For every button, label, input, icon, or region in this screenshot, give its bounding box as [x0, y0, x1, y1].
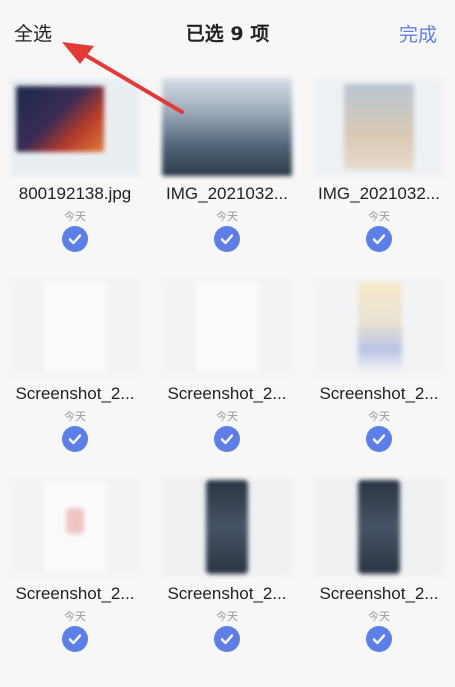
selection-count-title: 已选 9 项 — [185, 23, 270, 45]
file-item[interactable]: Screenshot_2... 今天 — [152, 278, 302, 468]
selected-check-icon[interactable] — [62, 426, 88, 452]
file-date: 今天 — [368, 610, 390, 623]
file-thumbnail[interactable] — [314, 278, 444, 376]
done-button[interactable]: 完成 — [399, 20, 437, 47]
selected-check-icon[interactable] — [366, 226, 392, 252]
file-item[interactable]: Screenshot_2... 今天 — [304, 278, 454, 468]
file-thumbnail[interactable] — [162, 78, 292, 176]
file-thumbnail[interactable] — [162, 478, 292, 576]
file-item[interactable]: Screenshot_2... 今天 — [304, 478, 454, 668]
selected-check-icon[interactable] — [62, 226, 88, 252]
file-thumbnail[interactable] — [10, 478, 140, 576]
file-name: Screenshot_2... — [167, 384, 287, 403]
file-name: 800192138.jpg — [18, 184, 132, 203]
file-name: Screenshot_2... — [319, 384, 439, 403]
selected-check-icon[interactable] — [214, 426, 240, 452]
selected-check-icon[interactable] — [214, 626, 240, 652]
file-name: Screenshot_2... — [167, 584, 287, 603]
file-thumbnail[interactable] — [314, 478, 444, 576]
file-name: Screenshot_2... — [15, 584, 135, 603]
file-name: IMG_2021032... — [166, 184, 288, 203]
selected-check-icon[interactable] — [366, 626, 392, 652]
file-item[interactable]: IMG_2021032... 今天 — [304, 78, 454, 268]
file-thumbnail[interactable] — [162, 278, 292, 376]
file-name: Screenshot_2... — [15, 384, 135, 403]
file-date: 今天 — [216, 610, 238, 623]
file-thumbnail[interactable] — [10, 278, 140, 376]
file-name: Screenshot_2... — [319, 584, 439, 603]
file-date: 今天 — [64, 610, 86, 623]
file-date: 今天 — [216, 210, 238, 223]
top-bar: 全选 已选 9 项 完成 — [0, 0, 455, 66]
file-item[interactable]: IMG_2021032... 今天 — [152, 78, 302, 268]
file-date: 今天 — [216, 410, 238, 423]
file-item[interactable]: 800192138.jpg 今天 — [0, 78, 150, 268]
file-item[interactable]: Screenshot_2... 今天 — [152, 478, 302, 668]
selected-check-icon[interactable] — [214, 226, 240, 252]
file-date: 今天 — [64, 410, 86, 423]
file-thumbnail[interactable] — [314, 78, 444, 176]
selected-check-icon[interactable] — [366, 426, 392, 452]
file-date: 今天 — [368, 210, 390, 223]
file-item[interactable]: Screenshot_2... 今天 — [0, 278, 150, 468]
file-date: 今天 — [64, 210, 86, 223]
file-thumbnail[interactable] — [10, 78, 140, 176]
file-date: 今天 — [368, 410, 390, 423]
file-name: IMG_2021032... — [318, 184, 440, 203]
selected-check-icon[interactable] — [62, 626, 88, 652]
file-item[interactable]: Screenshot_2... 今天 — [0, 478, 150, 668]
